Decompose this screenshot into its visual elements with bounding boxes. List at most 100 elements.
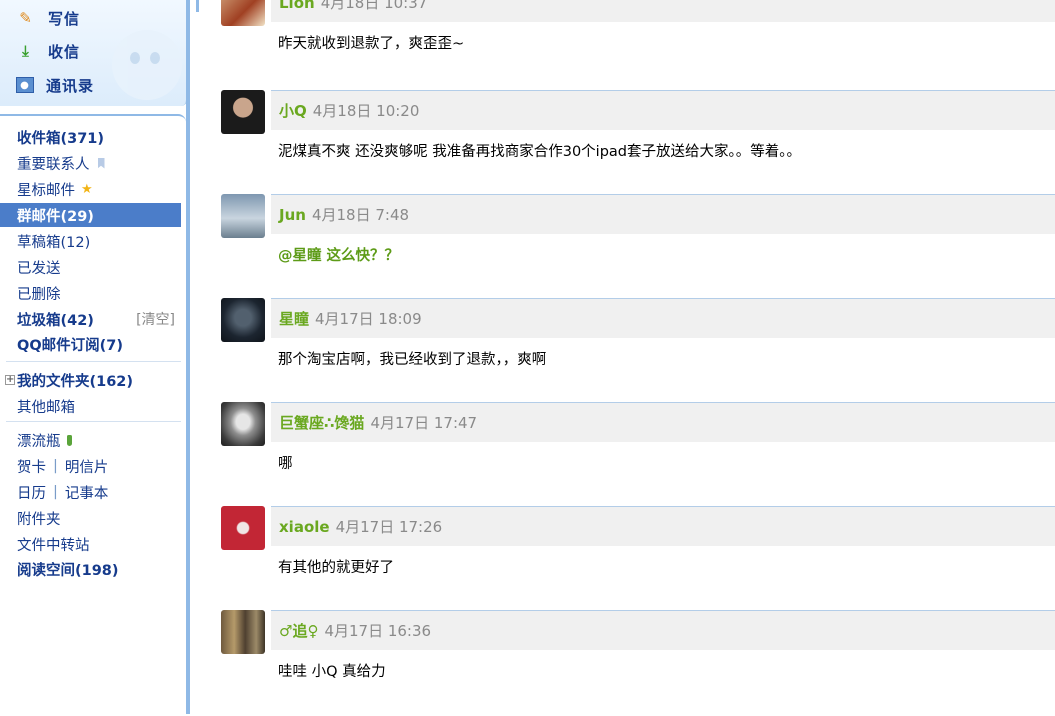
qq-penguin-decoration [112, 30, 182, 100]
message-body: @星瞳 这么快？？ [278, 248, 400, 264]
folder-other-mailboxes[interactable]: 其他邮箱 [0, 394, 181, 418]
message-header: xiaole 4月17日 17:26 [271, 506, 1055, 546]
calendar-link[interactable]: 日历 [17, 482, 46, 503]
download-icon: ⤓ [22, 42, 30, 60]
avatar[interactable] [221, 402, 265, 446]
message-header: Lion 4月18日 10:37 [271, 0, 1055, 22]
separator: | [53, 458, 58, 474]
write-mail-label: 写信 [48, 9, 81, 28]
folder-group-mail[interactable]: 群邮件(29) [0, 203, 181, 227]
folder-label: 垃圾箱(42) [17, 312, 94, 329]
message-header: 巨蟹座∴馋猫 4月17日 17:47 [271, 402, 1055, 442]
folder-spam[interactable]: 垃圾箱(42) [清空] [0, 307, 181, 331]
message-time: 4月17日 17:47 [370, 414, 478, 432]
message-header: 星瞳 4月17日 18:09 [271, 298, 1055, 338]
message-item: xiaole 4月17日 17:26 有其他的就更好了 [196, 506, 1055, 610]
sidebar: ✎ 写信 ⤓ 收信 ● 通讯录 收件箱(371) 重要联系人 星标邮件 ★ 群邮… [0, 0, 190, 714]
folder-calendar-row: 日历 | 记事本 [0, 480, 181, 504]
folder-label: 已删除 [17, 286, 61, 303]
folder-label: 重要联系人 [17, 156, 90, 173]
folder-sent[interactable]: 已发送 [0, 255, 181, 279]
folder-label: 阅读空间(198) [17, 562, 119, 579]
folder-attachments[interactable]: 附件夹 [0, 506, 181, 530]
folder-label: 群邮件(29) [17, 208, 94, 225]
folder-label: 文件中转站 [17, 537, 90, 554]
contacts-button[interactable]: ● 通讯录 [16, 72, 94, 98]
author-name[interactable]: xiaole [279, 518, 330, 536]
avatar[interactable] [221, 194, 265, 238]
message-body: 昨天就收到退款了，爽歪歪~ [278, 36, 465, 52]
folder-subscriptions[interactable]: QQ邮件订阅(7) [0, 332, 181, 356]
folder-label: 草稿箱(12) [17, 234, 91, 251]
message-time: 4月18日 7:48 [311, 206, 410, 224]
avatar[interactable] [221, 0, 265, 26]
message-time: 4月18日 10:37 [320, 0, 428, 12]
bookmark-icon [97, 157, 105, 169]
folder-drafts[interactable]: 草稿箱(12) [0, 229, 181, 253]
folder-my-folders[interactable]: + 我的文件夹(162) [0, 368, 181, 392]
author-name[interactable]: Jun [279, 206, 306, 224]
folder-label: QQ邮件订阅(7) [17, 337, 123, 354]
contact-card-icon: ● [16, 77, 34, 93]
notebook-link[interactable]: 记事本 [65, 482, 109, 503]
folder-drift-bottle[interactable]: 漂流瓶 [0, 428, 181, 452]
clear-spam-link[interactable]: [清空] [136, 309, 175, 329]
folder-label: 我的文件夹(162) [17, 373, 134, 390]
folder-label: 已发送 [17, 260, 61, 277]
message-body: 有其他的就更好了 [278, 560, 394, 576]
message-body: 哪 [278, 456, 293, 472]
greeting-card-link[interactable]: 贺卡 [17, 456, 46, 477]
folder-label: 漂流瓶 [17, 433, 61, 450]
avatar[interactable] [221, 298, 265, 342]
message-item: 小Q 4月18日 10:20 泥煤真不爽 还没爽够呢 我准备再找商家合作30个i… [196, 90, 1055, 194]
message-body: 泥煤真不爽 还没爽够呢 我准备再找商家合作30个ipad套子放送给大家。。等着。… [278, 144, 801, 160]
message-time: 4月17日 16:36 [324, 622, 432, 640]
folder-cards-row: 贺卡 | 明信片 [0, 454, 181, 478]
folder-label: 收件箱(371) [17, 130, 105, 147]
message-item: Jun 4月18日 7:48 @星瞳 这么快？？ [196, 194, 1055, 298]
folder-label: 附件夹 [17, 511, 61, 528]
author-name[interactable]: 星瞳 [279, 308, 309, 329]
author-name[interactable]: 小Q [279, 100, 307, 121]
avatar[interactable] [221, 90, 265, 134]
contacts-label: 通讯录 [46, 76, 95, 95]
message-item: ♂追♀ 4月17日 16:36 哇哇 小Q 真给力 [196, 610, 1055, 714]
folder-starred[interactable]: 星标邮件 ★ [0, 177, 181, 201]
pencil-icon: ✎ [19, 9, 33, 27]
folder-label: 其他邮箱 [17, 399, 75, 416]
author-name[interactable]: Lion [279, 0, 315, 12]
group-mail-thread: Lion 4月18日 10:37 昨天就收到退款了，爽歪歪~ 小Q 4月18日 … [196, 0, 1055, 714]
author-name[interactable]: ♂追♀ [279, 620, 318, 641]
message-header: 小Q 4月18日 10:20 [271, 90, 1055, 130]
message-header: ♂追♀ 4月17日 16:36 [271, 610, 1055, 650]
message-time: 4月17日 18:09 [315, 310, 422, 328]
expand-icon[interactable]: + [5, 375, 15, 385]
message-header: Jun 4月18日 7:48 [271, 194, 1055, 234]
message-body: 哇哇 小Q 真给力 [278, 664, 386, 680]
quick-actions-panel: ✎ 写信 ⤓ 收信 ● 通讯录 [0, 0, 187, 106]
write-mail-button[interactable]: ✎ 写信 [16, 5, 80, 31]
folder-important-contacts[interactable]: 重要联系人 [0, 151, 181, 175]
message-item: Lion 4月18日 10:37 昨天就收到退款了，爽歪歪~ [196, 0, 1055, 86]
divider [6, 421, 181, 422]
author-name[interactable]: 巨蟹座∴馋猫 [279, 412, 364, 433]
star-icon: ★ [81, 181, 93, 197]
message-time: 4月17日 17:26 [335, 518, 443, 536]
avatar[interactable] [221, 610, 265, 654]
folder-deleted[interactable]: 已删除 [0, 281, 181, 305]
folder-inbox[interactable]: 收件箱(371) [0, 125, 181, 149]
sidebar-border [186, 0, 190, 714]
folder-file-transfer[interactable]: 文件中转站 [0, 532, 181, 556]
separator: | [53, 484, 58, 500]
message-item: 星瞳 4月17日 18:09 那个淘宝店啊，我已经收到了退款，，爽啊 [196, 298, 1055, 402]
folder-list: 收件箱(371) 重要联系人 星标邮件 ★ 群邮件(29) 草稿箱(12) 已发… [0, 114, 186, 716]
folder-label: 星标邮件 [17, 182, 75, 199]
receive-mail-label: 收信 [48, 42, 81, 61]
folder-reading-space[interactable]: 阅读空间(198) [0, 557, 181, 581]
message-item: 巨蟹座∴馋猫 4月17日 17:47 哪 [196, 402, 1055, 506]
message-time: 4月18日 10:20 [312, 102, 420, 120]
receive-mail-button[interactable]: ⤓ 收信 [16, 38, 80, 64]
divider [6, 361, 181, 362]
postcard-link[interactable]: 明信片 [65, 456, 109, 477]
avatar[interactable] [221, 506, 265, 550]
